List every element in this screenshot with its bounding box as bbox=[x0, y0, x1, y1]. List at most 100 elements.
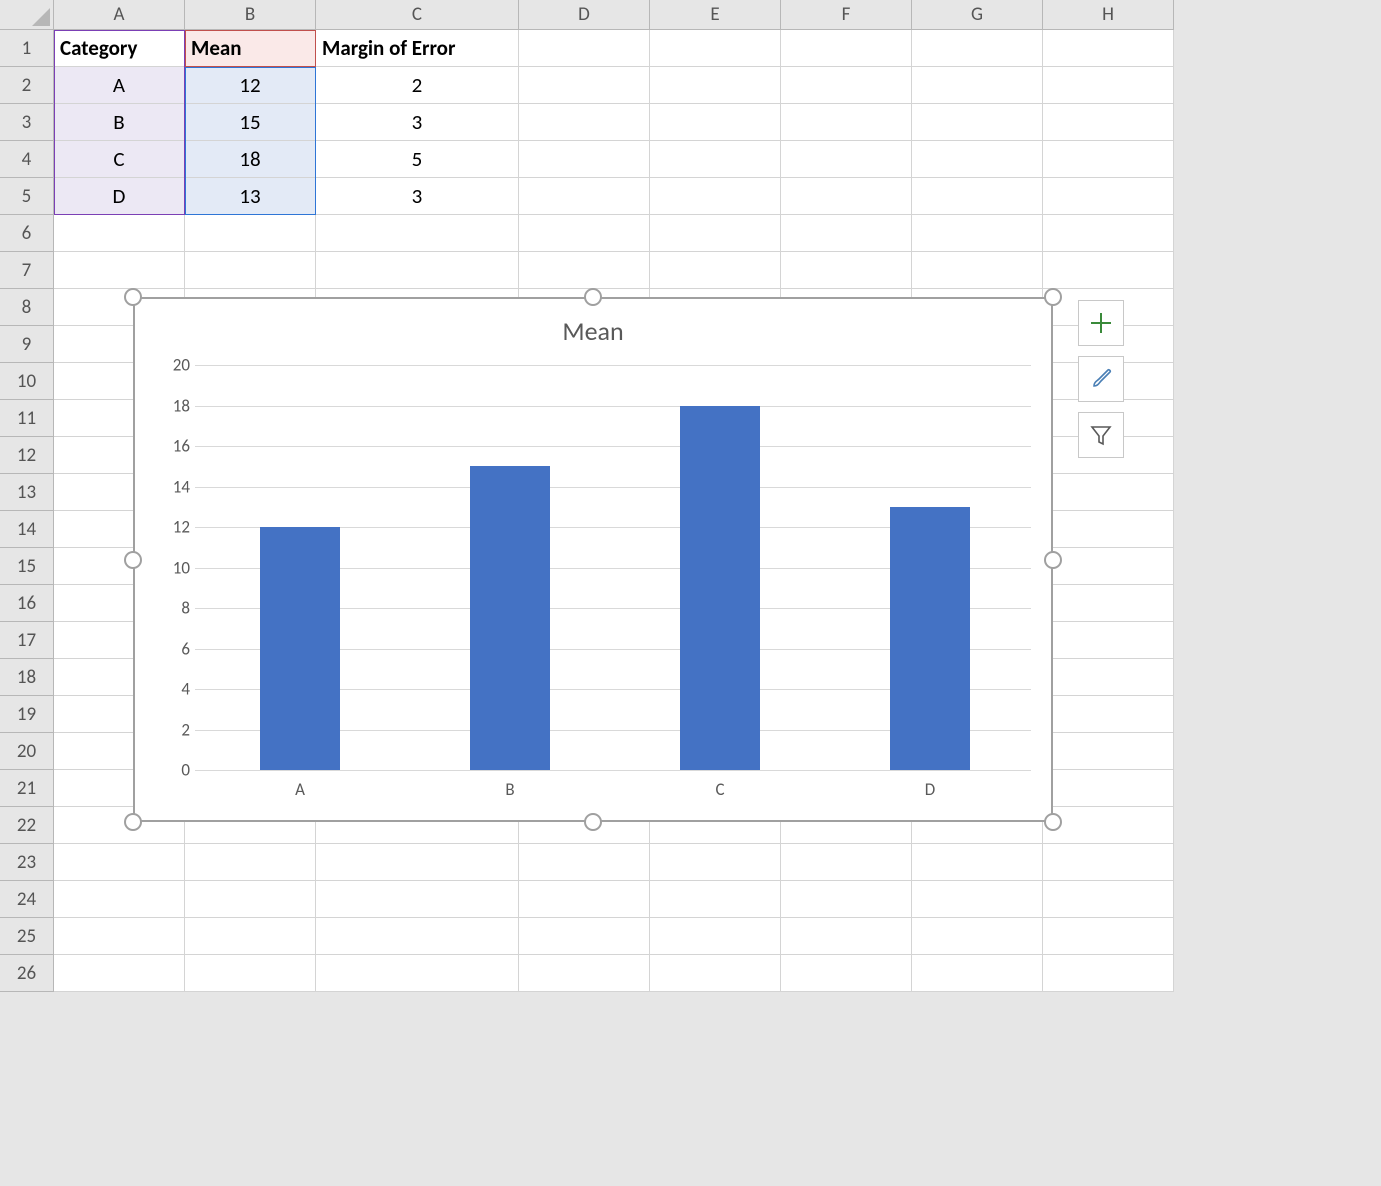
row-header-16[interactable]: 16 bbox=[0, 585, 54, 622]
cell-c24[interactable] bbox=[316, 881, 519, 918]
chart-object[interactable]: Mean 02468101214161820ABCD bbox=[128, 292, 1058, 827]
cell-c6[interactable] bbox=[316, 215, 519, 252]
chart-handle-w[interactable] bbox=[124, 551, 142, 569]
chart-handle-nw[interactable] bbox=[124, 288, 142, 306]
chart-handle-ne[interactable] bbox=[1044, 288, 1062, 306]
cell-h6[interactable] bbox=[1043, 215, 1174, 252]
cell-a4[interactable]: C bbox=[54, 141, 185, 178]
cell-c1[interactable]: Margin of Error bbox=[316, 30, 519, 67]
row-header-10[interactable]: 10 bbox=[0, 363, 54, 400]
cell-b2[interactable]: 12 bbox=[185, 67, 316, 104]
cell-h21[interactable] bbox=[1043, 770, 1174, 807]
chart-handle-se[interactable] bbox=[1044, 813, 1062, 831]
cell-f25[interactable] bbox=[781, 918, 912, 955]
row-header-2[interactable]: 2 bbox=[0, 67, 54, 104]
cell-b4[interactable]: 18 bbox=[185, 141, 316, 178]
col-header-h[interactable]: H bbox=[1043, 0, 1174, 30]
row-header-14[interactable]: 14 bbox=[0, 511, 54, 548]
row-header-3[interactable]: 3 bbox=[0, 104, 54, 141]
cell-g26[interactable] bbox=[912, 955, 1043, 992]
cell-d3[interactable] bbox=[519, 104, 650, 141]
cell-a7[interactable] bbox=[54, 252, 185, 289]
row-header-9[interactable]: 9 bbox=[0, 326, 54, 363]
cell-f26[interactable] bbox=[781, 955, 912, 992]
row-header-15[interactable]: 15 bbox=[0, 548, 54, 585]
cell-h22[interactable] bbox=[1043, 807, 1174, 844]
cell-g24[interactable] bbox=[912, 881, 1043, 918]
chart-bar[interactable] bbox=[260, 527, 340, 770]
row-header-8[interactable]: 8 bbox=[0, 289, 54, 326]
row-header-17[interactable]: 17 bbox=[0, 622, 54, 659]
cell-h3[interactable] bbox=[1043, 104, 1174, 141]
cell-h16[interactable] bbox=[1043, 585, 1174, 622]
cell-h23[interactable] bbox=[1043, 844, 1174, 881]
col-header-g[interactable]: G bbox=[912, 0, 1043, 30]
chart-bar[interactable] bbox=[680, 406, 760, 771]
row-header-21[interactable]: 21 bbox=[0, 770, 54, 807]
cell-b1[interactable]: Mean bbox=[185, 30, 316, 67]
col-header-c[interactable]: C bbox=[316, 0, 519, 30]
cell-d7[interactable] bbox=[519, 252, 650, 289]
cell-e3[interactable] bbox=[650, 104, 781, 141]
cell-d5[interactable] bbox=[519, 178, 650, 215]
cell-a2[interactable]: A bbox=[54, 67, 185, 104]
cell-b6[interactable] bbox=[185, 215, 316, 252]
cell-f24[interactable] bbox=[781, 881, 912, 918]
chart-styles-button[interactable] bbox=[1078, 356, 1124, 402]
chart-handle-e[interactable] bbox=[1044, 551, 1062, 569]
cell-e23[interactable] bbox=[650, 844, 781, 881]
chart-bar[interactable] bbox=[890, 507, 970, 770]
cell-a3[interactable]: B bbox=[54, 104, 185, 141]
row-header-4[interactable]: 4 bbox=[0, 141, 54, 178]
cell-g7[interactable] bbox=[912, 252, 1043, 289]
cell-f5[interactable] bbox=[781, 178, 912, 215]
col-header-e[interactable]: E bbox=[650, 0, 781, 30]
cell-c3[interactable]: 3 bbox=[316, 104, 519, 141]
cell-d2[interactable] bbox=[519, 67, 650, 104]
cell-b7[interactable] bbox=[185, 252, 316, 289]
cell-d4[interactable] bbox=[519, 141, 650, 178]
chart-filters-button[interactable] bbox=[1078, 412, 1124, 458]
cell-a24[interactable] bbox=[54, 881, 185, 918]
cell-h24[interactable] bbox=[1043, 881, 1174, 918]
select-all-corner[interactable] bbox=[0, 0, 54, 30]
row-header-13[interactable]: 13 bbox=[0, 474, 54, 511]
cell-d6[interactable] bbox=[519, 215, 650, 252]
cell-e7[interactable] bbox=[650, 252, 781, 289]
cell-e4[interactable] bbox=[650, 141, 781, 178]
chart-elements-button[interactable] bbox=[1078, 300, 1124, 346]
cell-h25[interactable] bbox=[1043, 918, 1174, 955]
chart-bar[interactable] bbox=[470, 466, 550, 770]
cell-h19[interactable] bbox=[1043, 696, 1174, 733]
cell-h14[interactable] bbox=[1043, 511, 1174, 548]
cell-g1[interactable] bbox=[912, 30, 1043, 67]
row-header-7[interactable]: 7 bbox=[0, 252, 54, 289]
cell-e1[interactable] bbox=[650, 30, 781, 67]
cell-c5[interactable]: 3 bbox=[316, 178, 519, 215]
cell-h7[interactable] bbox=[1043, 252, 1174, 289]
col-header-d[interactable]: D bbox=[519, 0, 650, 30]
cell-c26[interactable] bbox=[316, 955, 519, 992]
cell-h2[interactable] bbox=[1043, 67, 1174, 104]
cell-a1[interactable]: Category bbox=[54, 30, 185, 67]
chart-handle-sw[interactable] bbox=[124, 813, 142, 831]
cell-h5[interactable] bbox=[1043, 178, 1174, 215]
cell-d25[interactable] bbox=[519, 918, 650, 955]
cell-a23[interactable] bbox=[54, 844, 185, 881]
cell-e5[interactable] bbox=[650, 178, 781, 215]
cell-b25[interactable] bbox=[185, 918, 316, 955]
cell-e6[interactable] bbox=[650, 215, 781, 252]
col-header-a[interactable]: A bbox=[54, 0, 185, 30]
cell-g6[interactable] bbox=[912, 215, 1043, 252]
row-header-11[interactable]: 11 bbox=[0, 400, 54, 437]
row-header-25[interactable]: 25 bbox=[0, 918, 54, 955]
cell-c25[interactable] bbox=[316, 918, 519, 955]
cell-g2[interactable] bbox=[912, 67, 1043, 104]
cell-f3[interactable] bbox=[781, 104, 912, 141]
cell-c4[interactable]: 5 bbox=[316, 141, 519, 178]
cell-g23[interactable] bbox=[912, 844, 1043, 881]
cell-d1[interactable] bbox=[519, 30, 650, 67]
cell-e24[interactable] bbox=[650, 881, 781, 918]
cell-g3[interactable] bbox=[912, 104, 1043, 141]
cell-h26[interactable] bbox=[1043, 955, 1174, 992]
